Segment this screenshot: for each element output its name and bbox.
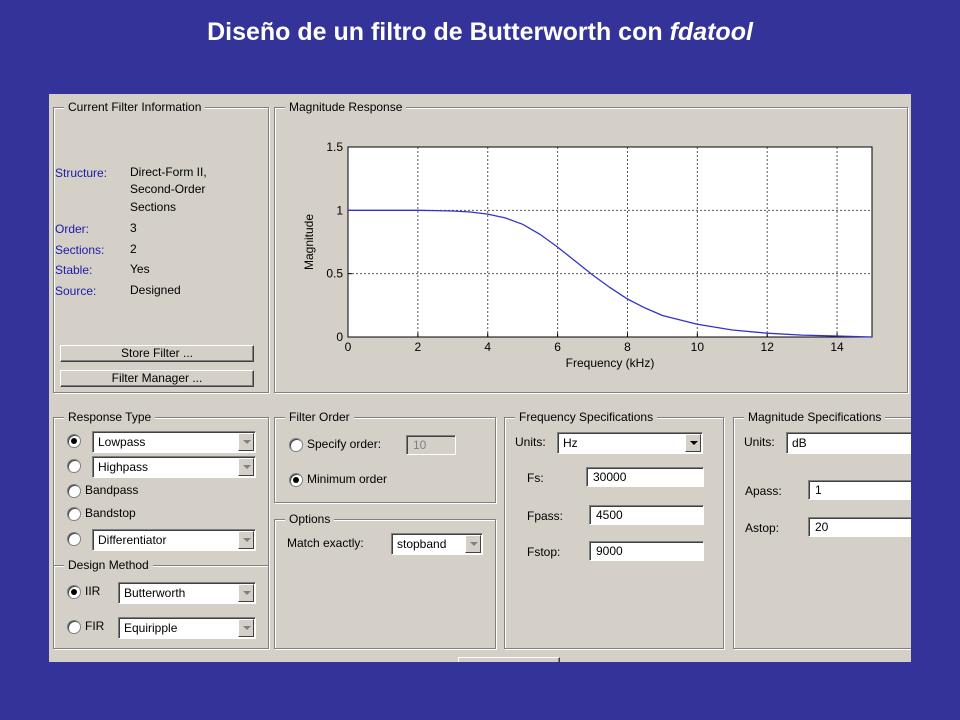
order-label: Order:: [55, 222, 90, 236]
x-tick-label: 6: [554, 340, 561, 354]
specify-order-radio[interactable]: [289, 438, 303, 452]
y-tick-label: 0.5: [326, 267, 343, 281]
structure-value-2: Second-Order: [130, 182, 206, 196]
iir-label: IIR: [85, 584, 101, 598]
magnitude-specs-title: Magnitude Specifications: [744, 410, 886, 424]
sections-label: Sections:: [55, 243, 105, 257]
differentiator-dropdown[interactable]: Differentiator: [92, 529, 256, 551]
source-label: Source:: [55, 284, 97, 298]
mag-units-label: Units:: [744, 435, 775, 449]
slide-title-tool: fdatool: [669, 18, 753, 46]
magnitude-response-title: Magnitude Response: [285, 100, 407, 114]
fs-label: Fs:: [527, 471, 544, 485]
stable-value: Yes: [130, 262, 150, 276]
filter-order-title: Filter Order: [285, 410, 354, 424]
astop-input[interactable]: 20: [808, 517, 911, 537]
x-tick-label: 4: [484, 340, 491, 354]
lowpass-value: Lowpass: [98, 435, 146, 449]
slide-title-text: Diseño de un filtro de Butterworth con: [207, 18, 663, 46]
structure-label: Structure:: [55, 166, 108, 180]
iir-dropdown[interactable]: Butterworth: [118, 582, 256, 604]
bandpass-label: Bandpass: [85, 483, 139, 497]
filter-manager-button[interactable]: Filter Manager ...: [60, 370, 254, 387]
design-filter-button[interactable]: [458, 657, 560, 662]
structure-value-1: Direct-Form II,: [130, 165, 207, 179]
chevron-down-icon: [238, 584, 254, 602]
chevron-down-icon: [238, 458, 254, 476]
fdatool-window: Current Filter Information Structure: Di…: [49, 94, 911, 662]
bandstop-radio[interactable]: [67, 507, 81, 521]
design-method-title: Design Method: [64, 558, 153, 572]
minimum-order-radio[interactable]: [289, 473, 303, 487]
frequency-specs-title: Frequency Specifications: [515, 410, 658, 424]
match-exactly-value: stopband: [397, 537, 447, 551]
y-tick-label: 0: [336, 330, 343, 344]
plot-area: [348, 147, 872, 337]
mag-units-dropdown[interactable]: dB: [786, 432, 911, 454]
chevron-down-icon: [238, 433, 254, 451]
fpass-label: Fpass:: [527, 509, 564, 523]
fir-radio[interactable]: [67, 620, 81, 634]
structure-value-3: Sections: [130, 200, 177, 214]
stable-label: Stable:: [55, 263, 93, 277]
y-axis-label: Magnitude: [302, 214, 316, 270]
x-tick-label: 12: [761, 340, 775, 354]
apass-label: Apass:: [745, 484, 782, 498]
chevron-down-icon: [685, 434, 701, 452]
order-value: 3: [130, 221, 137, 235]
freq-units-dropdown[interactable]: Hz: [557, 432, 703, 454]
x-tick-label: 2: [415, 340, 422, 354]
options-title: Options: [285, 512, 335, 526]
match-exactly-label: Match exactly:: [287, 536, 364, 550]
y-tick-label: 1: [336, 203, 343, 217]
minimum-order-label: Minimum order: [307, 472, 388, 486]
differentiator-radio[interactable]: [67, 532, 81, 546]
fpass-input[interactable]: 4500: [589, 505, 704, 525]
freq-units-value: Hz: [563, 436, 578, 450]
fs-input[interactable]: 30000: [586, 467, 704, 487]
astop-label: Astop:: [745, 521, 780, 535]
mag-units-value: dB: [792, 436, 807, 450]
highpass-dropdown[interactable]: Highpass: [92, 456, 256, 478]
x-tick-label: 0: [345, 340, 352, 354]
source-value: Designed: [130, 283, 181, 297]
response-type-title: Response Type: [64, 410, 156, 424]
x-tick-label: 14: [830, 340, 844, 354]
fstop-label: Fstop:: [527, 545, 561, 559]
iir-radio[interactable]: [67, 585, 81, 599]
bandstop-label: Bandstop: [85, 506, 136, 520]
differentiator-value: Differentiator: [98, 533, 167, 547]
sections-value: 2: [130, 242, 137, 256]
magnitude-chart: 0 2 4 6 8 10 12 14 0 0.5 1 1.5 Frequency (kHz) Magnit…: [302, 140, 873, 370]
y-tick-label: 1.5: [326, 140, 343, 154]
apass-input[interactable]: 1: [808, 480, 911, 500]
fir-value: Equiripple: [124, 621, 178, 635]
current-filter-info-title: Current Filter Information: [64, 100, 206, 114]
iir-value: Butterworth: [124, 586, 186, 600]
fir-label: FIR: [85, 619, 105, 633]
specify-order-input[interactable]: 10: [406, 435, 456, 455]
chevron-down-icon: [238, 619, 254, 637]
highpass-value: Highpass: [98, 460, 149, 474]
lowpass-dropdown[interactable]: Lowpass: [92, 431, 256, 453]
x-tick-label: 8: [624, 340, 631, 354]
chevron-down-icon: [238, 531, 254, 549]
specify-order-label: Specify order:: [307, 437, 382, 451]
lowpass-radio[interactable]: [67, 434, 81, 448]
x-tick-label: 10: [691, 340, 705, 354]
match-exactly-dropdown[interactable]: stopband: [391, 533, 483, 555]
filter-order-panel: Filter Order: [274, 410, 496, 503]
chevron-down-icon: [465, 535, 481, 553]
x-axis-label: Frequency (kHz): [566, 356, 655, 370]
highpass-radio[interactable]: [67, 459, 81, 473]
store-filter-button[interactable]: Store Filter ...: [60, 345, 254, 362]
fstop-input[interactable]: 9000: [589, 541, 704, 561]
freq-units-label: Units:: [515, 435, 546, 449]
slide-title: Diseño de un filtro de Butterworth con f…: [0, 18, 960, 47]
bandpass-radio[interactable]: [67, 484, 81, 498]
fir-dropdown[interactable]: Equiripple: [118, 617, 256, 639]
